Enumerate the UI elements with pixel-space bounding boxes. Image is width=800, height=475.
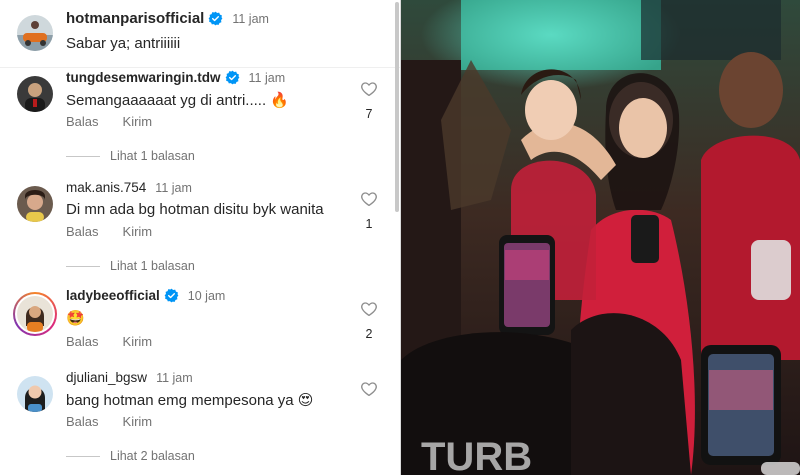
- comment-username[interactable]: tungdesemwaringin.tdw: [66, 70, 221, 85]
- comment-text: 🤩: [66, 310, 85, 327]
- view-replies-button[interactable]: Lihat 1 balasan: [66, 259, 195, 273]
- story-ring[interactable]: [13, 292, 57, 336]
- heart-outline-icon[interactable]: [360, 300, 378, 318]
- comment-avatar[interactable]: [17, 186, 53, 222]
- comment-text: bang hotman emg mempesona ya 😍: [66, 392, 314, 409]
- send-button[interactable]: Kirim: [123, 334, 153, 349]
- post-author-avatar[interactable]: [17, 15, 53, 51]
- post-video-frame[interactable]: TURB: [401, 0, 800, 475]
- comment-author-line: ladybeeofficial 10 jam: [66, 288, 225, 303]
- heart-outline-icon[interactable]: [360, 380, 378, 398]
- comment-time: 11 jam: [248, 70, 286, 85]
- send-button[interactable]: Kirim: [123, 414, 153, 429]
- comment-like: 2: [358, 300, 380, 341]
- avatar-image: [17, 296, 53, 332]
- view-replies-label: Lihat 2 balasan: [110, 449, 195, 463]
- reply-button[interactable]: Balas: [66, 334, 99, 349]
- verified-badge-icon: [225, 70, 239, 85]
- comment-avatar[interactable]: [17, 76, 53, 112]
- comment-avatar: [17, 296, 53, 332]
- heart-outline-icon[interactable]: [360, 190, 378, 208]
- replies-divider: [66, 455, 100, 457]
- view-replies-button[interactable]: Lihat 1 balasan: [66, 149, 195, 163]
- avatar-image: [17, 76, 53, 112]
- comment-item: ladybeeofficial 10 jam 🤩 Balas Kirim 2: [0, 288, 400, 368]
- comment-actions: Balas Kirim: [66, 224, 176, 239]
- view-replies-label: Lihat 1 balasan: [110, 149, 195, 163]
- comment-username[interactable]: ladybeeofficial: [66, 288, 160, 303]
- comment-text: Semangaaaaaat yg di antri..... 🔥: [66, 92, 289, 109]
- comment-author-line: tungdesemwaringin.tdw 11 jam: [66, 70, 285, 85]
- reply-button[interactable]: Balas: [66, 114, 99, 129]
- heart-outline-icon[interactable]: [360, 80, 378, 98]
- video-frame-image: TURB: [401, 0, 800, 475]
- verified-badge-icon: [164, 288, 179, 303]
- send-button[interactable]: Kirim: [123, 114, 153, 129]
- comment-like: [358, 380, 380, 398]
- comment-time: 11 jam: [156, 370, 193, 385]
- comment-author-line: djuliani_bgsw 11 jam: [66, 370, 193, 385]
- comment-item: tungdesemwaringin.tdw 11 jam Semangaaaaa…: [0, 68, 400, 174]
- reply-button[interactable]: Balas: [66, 224, 99, 239]
- post-time: 11 jam: [232, 11, 269, 26]
- comment-time: 11 jam: [155, 180, 192, 195]
- send-button[interactable]: Kirim: [123, 224, 153, 239]
- comment-like: 1: [358, 190, 380, 231]
- avatar-image: [17, 376, 53, 412]
- post-author-username[interactable]: hotmanparisofficial: [66, 10, 204, 27]
- comment-username[interactable]: mak.anis.754: [66, 180, 146, 195]
- svg-text:TURB: TURB: [421, 435, 532, 475]
- post-caption-text: Sabar ya; antriiiiii: [66, 35, 181, 52]
- verified-badge-icon: [208, 11, 223, 26]
- comment-time: 10 jam: [187, 288, 226, 303]
- scrollbar-thumb[interactable]: [395, 2, 399, 212]
- like-count: 1: [365, 217, 373, 231]
- like-count: 7: [365, 107, 373, 121]
- reply-button[interactable]: Balas: [66, 414, 99, 429]
- view-replies-button[interactable]: Lihat 2 balasan: [66, 449, 195, 463]
- comment-actions: Balas Kirim: [66, 114, 176, 129]
- comment-username[interactable]: djuliani_bgsw: [66, 370, 147, 385]
- view-replies-label: Lihat 1 balasan: [110, 259, 195, 273]
- comment-item: mak.anis.754 11 jam Di mn ada bg hotman …: [0, 178, 400, 284]
- comment-actions: Balas Kirim: [66, 414, 176, 429]
- comment-item: djuliani_bgsw 11 jam bang hotman emg mem…: [0, 368, 400, 475]
- avatar-image: [17, 186, 53, 222]
- like-count: 2: [365, 327, 373, 341]
- post-author-line: hotmanparisofficial 11 jam: [66, 10, 269, 27]
- comment-text: Di mn ada bg hotman disitu byk wanita: [66, 201, 324, 218]
- comment-author-line: mak.anis.754 11 jam: [66, 180, 192, 195]
- comment-actions: Balas Kirim: [66, 334, 176, 349]
- comment-avatar[interactable]: [17, 376, 53, 412]
- avatar-image: [17, 15, 53, 51]
- comment-like: 7: [358, 80, 380, 121]
- comments-pane: hotmanparisofficial 11 jam Sabar ya; ant…: [0, 0, 400, 475]
- replies-divider: [66, 265, 100, 267]
- replies-divider: [66, 155, 100, 157]
- post-caption-header: hotmanparisofficial 11 jam Sabar ya; ant…: [0, 0, 400, 68]
- story-ring-gap: [15, 294, 55, 334]
